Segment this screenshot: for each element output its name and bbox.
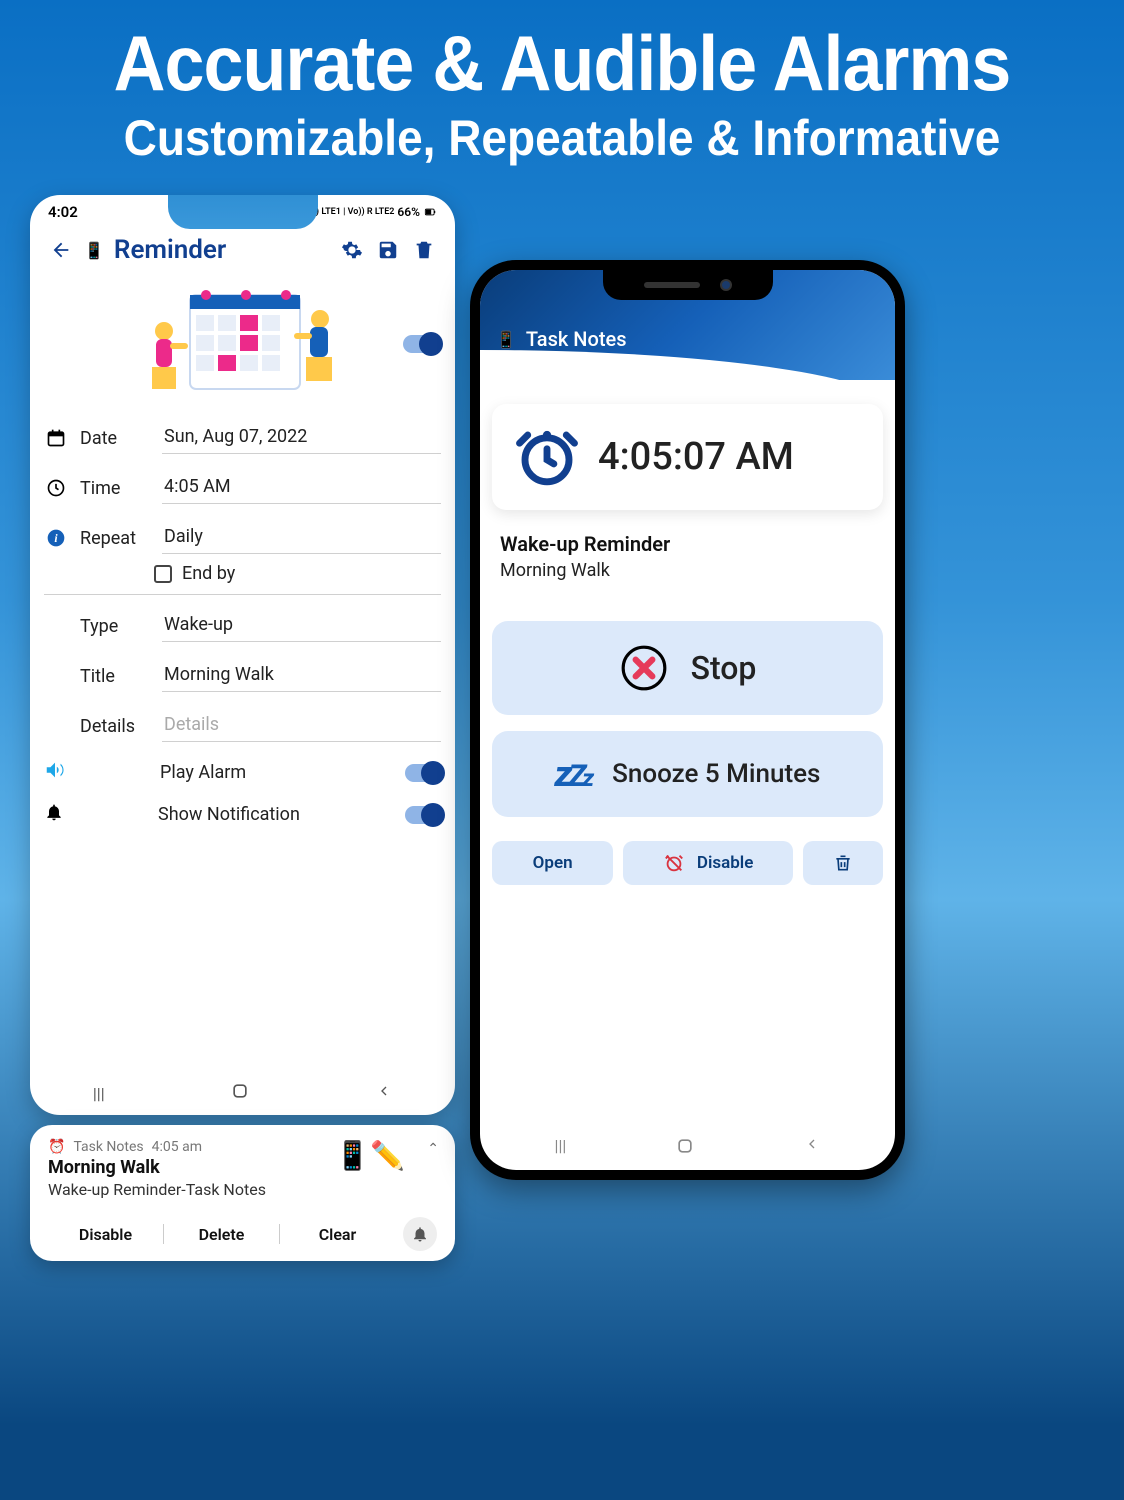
notif-delete-button[interactable]: Delete [164, 1225, 279, 1244]
end-by-label: End by [182, 563, 235, 584]
alarm-time-value: 4:05:07 AM [598, 435, 794, 479]
settings-button[interactable] [339, 237, 365, 263]
repeat-label: Repeat [80, 528, 150, 549]
notif-disable-button[interactable]: Disable [48, 1225, 163, 1244]
notch [603, 270, 773, 300]
disable-button[interactable]: Disable [623, 841, 793, 885]
title-label: Title [80, 666, 150, 687]
trash-icon [833, 853, 853, 873]
notif-app-name: Task Notes [73, 1139, 143, 1155]
trash-button[interactable] [803, 841, 883, 885]
open-button[interactable]: Open [492, 841, 613, 885]
alarm-app-title: Task Notes [526, 327, 627, 351]
date-label: Date [80, 428, 150, 449]
delete-button[interactable] [411, 237, 437, 263]
alarm-time-card: 4:05:07 AM [492, 404, 883, 510]
time-label: Time [80, 478, 150, 499]
appbar-title: Reminder [114, 235, 329, 265]
notif-clear-button[interactable]: Clear [280, 1225, 395, 1244]
battery-icon [423, 205, 437, 219]
phone-reminder-editor: 4:02 Vo)) LTE1 | Vo)) R LTE2 66% 📱 Remin… [30, 195, 455, 1115]
android-nav-bar: ||| [30, 1071, 455, 1115]
back-button[interactable] [48, 237, 74, 263]
show-notif-toggle[interactable] [405, 806, 441, 824]
type-label: Type [80, 616, 150, 637]
alarm-reminder-title: Wake-up Reminder [500, 532, 875, 556]
bell-icon [44, 802, 64, 827]
alarm-off-icon [663, 852, 685, 874]
headline-sub: Customizable, Repeatable & Informative [45, 109, 1079, 167]
repeat-field[interactable]: Daily [162, 522, 441, 554]
nav-recent-icon[interactable]: ||| [555, 1136, 567, 1160]
phone-alarm-screen: 📱 Task Notes 4:05:07 AM Wake-up Reminder… [470, 260, 905, 1180]
speaker-icon [44, 759, 66, 786]
android-nav-bar: ||| [480, 1136, 895, 1160]
task-notes-app-icon: 📱 [496, 330, 516, 349]
notif-subtitle: Wake-up Reminder-Task Notes [48, 1180, 437, 1199]
notification-card: ⏰ Task Notes 4:05 am Morning Walk Wake-u… [30, 1125, 455, 1261]
calendar-illustration [138, 283, 348, 403]
play-alarm-toggle[interactable] [405, 764, 441, 782]
clock-icon [44, 478, 68, 498]
alarm-clock-icon: ⏰ [48, 1139, 65, 1155]
nav-home-icon[interactable] [230, 1081, 250, 1105]
type-field[interactable]: Wake-up [162, 610, 441, 642]
nav-back-icon[interactable] [376, 1083, 392, 1103]
end-by-checkbox[interactable] [154, 565, 172, 583]
info-icon: i [44, 528, 68, 548]
snooze-zzz-icon: zZz [555, 753, 591, 795]
phone-app-icon: 📱 [84, 241, 104, 260]
title-field[interactable]: Morning Walk [162, 660, 441, 692]
alarm-clock-icon [514, 424, 580, 490]
nav-recent-icon[interactable]: ||| [93, 1084, 105, 1103]
notif-app-icon: 📱✏️ [335, 1139, 405, 1172]
time-field[interactable]: 4:05 AM [162, 472, 441, 504]
play-alarm-label: Play Alarm [160, 762, 393, 783]
details-label: Details [80, 716, 150, 737]
notif-collapse-button[interactable]: ⌃ [427, 1141, 439, 1157]
close-circle-icon [619, 643, 669, 693]
stop-button[interactable]: Stop [492, 621, 883, 715]
notif-bell-button[interactable] [403, 1217, 437, 1251]
date-field[interactable]: Sun, Aug 07, 2022 [162, 422, 441, 454]
calendar-icon [44, 428, 68, 448]
save-button[interactable] [375, 237, 401, 263]
headline-main: Accurate & Audible Alarms [45, 18, 1079, 109]
nav-back-icon[interactable] [804, 1136, 820, 1160]
show-notif-label: Show Notification [158, 804, 393, 825]
notif-time: 4:05 am [152, 1139, 202, 1155]
alarm-reminder-subtitle: Morning Walk [500, 560, 875, 581]
illustration-toggle[interactable] [403, 335, 439, 353]
nav-home-icon[interactable] [675, 1136, 695, 1160]
status-time: 4:02 [48, 203, 78, 221]
notch [168, 195, 318, 229]
snooze-button[interactable]: zZz Snooze 5 Minutes [492, 731, 883, 817]
details-field[interactable]: Details [162, 710, 441, 742]
